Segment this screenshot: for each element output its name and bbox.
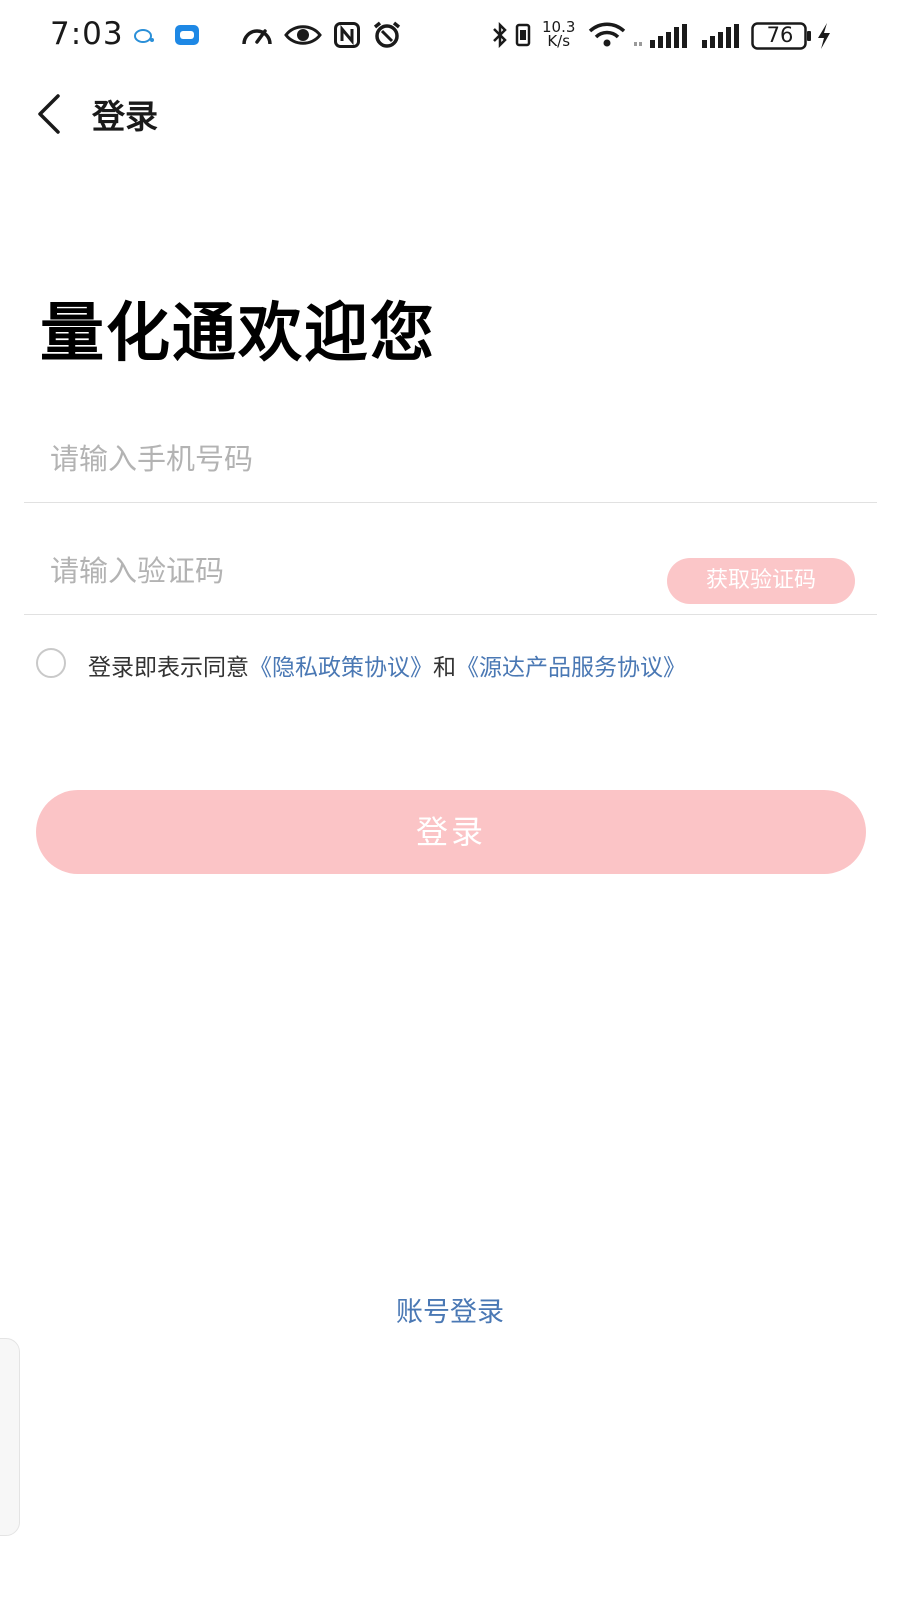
- status-bar: 7:03 10.3 K/s 76: [0, 0, 900, 72]
- alarm-icon: [372, 21, 402, 53]
- battery-level: 76: [766, 23, 794, 47]
- net-speed: 10.3 K/s: [542, 20, 575, 50]
- agreement-prefix: 登录即表示同意: [88, 655, 249, 681]
- side-edge-handle[interactable]: [0, 1338, 20, 1536]
- chevron-left-icon: [38, 94, 60, 134]
- phone-field: [24, 414, 877, 503]
- message-app-icon: [174, 24, 200, 50]
- welcome-heading: 量化通欢迎您: [40, 297, 436, 371]
- code-field: 获取验证码: [24, 526, 877, 615]
- net-speed-unit: K/s: [547, 32, 571, 50]
- vibrate-icon: [512, 22, 534, 52]
- login-screen: 7:03 10.3 K/s 76 登录 量化通欢迎您 请输入手机号码 请输入验证…: [0, 0, 900, 1600]
- code-input[interactable]: [48, 542, 612, 600]
- service-agreement-link[interactable]: 《源达产品服务协议》: [456, 655, 686, 681]
- speedometer-icon: [240, 22, 274, 52]
- charging-icon: [816, 22, 832, 54]
- phone-input[interactable]: [48, 430, 612, 488]
- get-code-button[interactable]: 获取验证码: [667, 558, 855, 604]
- wifi-icon: [588, 22, 626, 52]
- account-login-label[interactable]: 账号登录: [396, 1297, 504, 1328]
- nfc-icon: [334, 22, 360, 52]
- bluetooth-icon: [492, 21, 508, 52]
- agreement-and: 和: [433, 655, 456, 681]
- chat-notification-icon: [134, 28, 156, 48]
- eye-icon: [284, 24, 322, 50]
- login-button[interactable]: 登录: [36, 790, 866, 874]
- status-time: 7:03: [50, 16, 124, 52]
- back-button[interactable]: [30, 92, 74, 136]
- agreement-checkbox[interactable]: [36, 648, 66, 678]
- page-title: 登录: [92, 97, 158, 136]
- signal-1-icon: [634, 24, 688, 52]
- signal-2-icon: [702, 24, 742, 52]
- agreement-text: 登录即表示同意《隐私政策协议》和《源达产品服务协议》: [88, 648, 686, 682]
- account-login-link: 账号登录: [0, 1290, 900, 1329]
- privacy-policy-link[interactable]: 《隐私政策协议》: [249, 655, 433, 681]
